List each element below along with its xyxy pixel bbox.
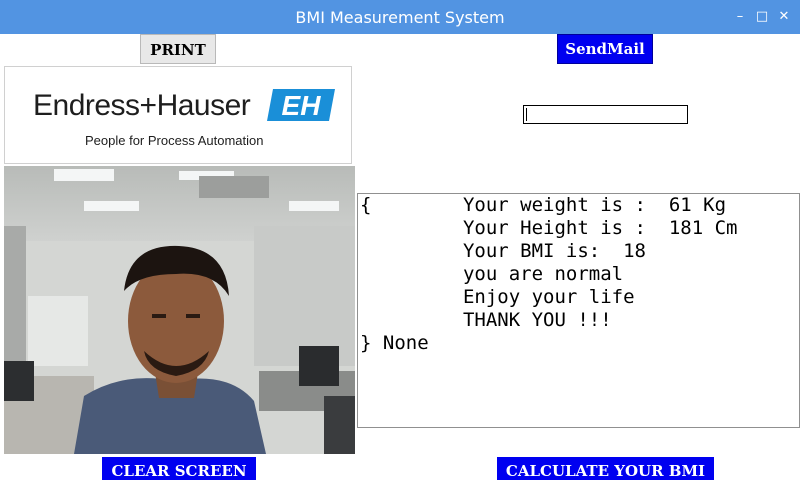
eh-logo-icon: EH [267, 89, 335, 121]
calculate-bmi-button[interactable]: CALCULATE YOUR BMI [497, 457, 714, 480]
logo-company-name: Endress+Hauser [33, 89, 251, 122]
title-bar: BMI Measurement System – □ ✕ [0, 0, 800, 34]
sendmail-button[interactable]: SendMail [557, 34, 653, 64]
output-line: Enjoy your life [360, 286, 635, 308]
company-logo: Endress+Hauser People for Process Automa… [4, 66, 352, 164]
output-line: Your BMI is: 18 [360, 240, 646, 262]
output-line: you are normal [360, 263, 624, 285]
logo-tagline: People for Process Automation [85, 133, 264, 148]
minimize-icon[interactable]: – [730, 7, 750, 27]
output-line: THANK YOU !!! [360, 309, 612, 331]
text-entry-field[interactable] [523, 105, 688, 124]
maximize-icon[interactable]: □ [752, 7, 772, 27]
result-output-box[interactable]: { Your weight is : 61 Kg Your Height is … [357, 193, 800, 428]
camera-photo [4, 166, 355, 454]
window-title: BMI Measurement System [295, 8, 505, 27]
output-line: { Your weight is : 61 Kg [360, 194, 727, 216]
print-button[interactable]: PRINT [140, 34, 216, 64]
output-line: Your Height is : 181 Cm [360, 217, 738, 239]
output-line: } None [360, 332, 429, 354]
clear-screen-button[interactable]: CLEAR SCREEN [102, 457, 256, 480]
svg-text:EH: EH [282, 90, 322, 121]
close-icon[interactable]: ✕ [774, 7, 794, 27]
text-cursor [526, 108, 527, 121]
